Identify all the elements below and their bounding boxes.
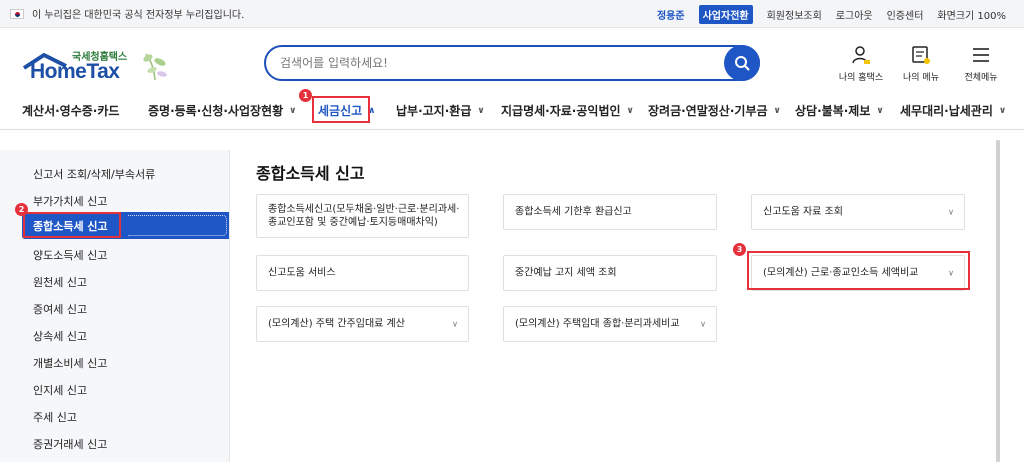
card-mock-deemed-rent[interactable]: (모의계산) 주택 간주임대료 계산 ∨ (256, 306, 469, 342)
sidebar-item-gift-tax[interactable]: 증여세 신고 (33, 301, 87, 317)
sidebar-item-vat[interactable]: 부가가치세 신고 (33, 193, 107, 209)
card-label: 종합소득세신고(모두채움·일반·근로·분리과세·종교인포함 및 중간예납·토지등… (268, 204, 460, 228)
utility-links: 정용준 사업자전환 회원정보조회 로그아웃 인증센터 화면크기 100% (657, 0, 1006, 28)
header-shortcuts: 나의 홈택스 나의 메뉴 전체메뉴 (838, 44, 1004, 83)
search-box (264, 45, 760, 81)
card-help-data[interactable]: 신고도움 자료 조회 ∨ (751, 194, 965, 230)
hamburger-icon (973, 48, 989, 62)
all-menu-button[interactable]: 전체메뉴 (958, 44, 1004, 83)
site-header: 국세청홈택스 HomeTax 나의 홈택스 (0, 28, 1024, 92)
page-scrollbar[interactable] (996, 140, 1000, 462)
gnb-label: 장려금·연말정산·기부금 (648, 104, 768, 118)
card-label: 신고도움 서비스 (268, 267, 336, 279)
chevron-down-icon: ∨ (452, 319, 458, 329)
gnb-label: 세무대리·납세관리 (900, 104, 993, 118)
gnb-item-statements[interactable]: 지급명세·자료·공익법인 ∨ (501, 102, 634, 119)
member-info-link[interactable]: 회원정보조회 (767, 7, 822, 22)
card-mock-rental-compare[interactable]: (모의계산) 주택임대 종합·분리과세비교 ∨ (503, 306, 717, 342)
highlight-box-step3 (747, 251, 970, 290)
sidebar-item-report-inquiry[interactable]: 신고서 조회/삭제/부속서류 (33, 166, 155, 182)
step-badge-3: 3 (733, 243, 746, 256)
card-label: (모의계산) 주택 간주임대료 계산 (268, 318, 405, 330)
search-icon (735, 56, 750, 71)
korea-flag-icon (10, 8, 24, 19)
gnb-item-tax-agent[interactable]: 세무대리·납세관리 ∨ (900, 102, 1006, 119)
highlight-box-step2 (23, 212, 121, 238)
gnb-item-invoice[interactable]: 계산서·영수증·카드 (22, 102, 119, 119)
sidebar-item-excise-tax[interactable]: 개별소비세 신고 (33, 355, 107, 371)
sidebar-item-stamp-tax[interactable]: 인지세 신고 (33, 382, 87, 398)
card-label: 신고도움 자료 조회 (763, 206, 843, 218)
gnb-label: 지급명세·자료·공익법인 (501, 104, 621, 118)
cert-center-link[interactable]: 인증센터 (887, 7, 924, 22)
card-label: (모의계산) 주택임대 종합·분리과세비교 (515, 318, 680, 330)
left-sidebar: 신고서 조회/삭제/부속서류 부가가치세 신고 종합소득세 신고 양도소득세 신… (0, 150, 230, 462)
logout-link[interactable]: 로그아웃 (836, 7, 873, 22)
card-label: 중간예납 고지 세액 조회 (515, 267, 617, 279)
my-hometax-button[interactable]: 나의 홈택스 (838, 44, 884, 83)
chevron-down-icon: ∨ (876, 105, 884, 116)
all-menu-label: 전체메뉴 (964, 73, 998, 83)
sidebar-item-withholding-tax[interactable]: 원천세 신고 (33, 274, 87, 290)
gnb-item-payment[interactable]: 납부·고지·환급 ∨ (396, 102, 485, 119)
scrollbar-thumb[interactable] (996, 140, 1000, 462)
global-nav: 계산서·영수증·카드 증명·등록·신청·사업장현황 ∨ 세금신고 ∧ 납부·고지… (0, 92, 1024, 130)
gnb-item-incentives[interactable]: 장려금·연말정산·기부금 ∨ (648, 102, 781, 119)
search-button[interactable] (724, 45, 760, 81)
gnb-label: 증명·등록·신청·사업장현황 (148, 104, 284, 118)
step-badge-1: 1 (299, 89, 312, 102)
sidebar-item-securities-tax[interactable]: 증권거래세 신고 (33, 436, 107, 452)
gov-utility-bar: 이 누리집은 대한민국 공식 전자정부 누리집입니다. 정용준 사업자전환 회원… (0, 0, 1024, 28)
focus-outline (128, 215, 227, 236)
chevron-down-icon: ∨ (477, 105, 485, 116)
card-label: 종합소득세 기한후 환급신고 (515, 206, 632, 218)
my-menu-label: 나의 메뉴 (903, 73, 939, 83)
gov-notice: 이 누리집은 대한민국 공식 전자정부 누리집입니다. (10, 6, 244, 21)
sidebar-item-liquor-tax[interactable]: 주세 신고 (33, 409, 77, 425)
sidebar-item-inheritance-tax[interactable]: 상속세 신고 (33, 328, 87, 344)
gnb-item-certificates[interactable]: 증명·등록·신청·사업장현황 ∨ (148, 102, 296, 119)
logo-title: HomeTax (30, 60, 120, 83)
search-input[interactable] (280, 53, 720, 73)
step-badge-2: 2 (15, 203, 28, 216)
main-content: 종합소득세 신고 종합소득세신고(모두채움·일반·근로·분리과세·종교인포함 및… (230, 150, 990, 462)
sidebar-item-transfer-tax[interactable]: 양도소득세 신고 (33, 247, 107, 263)
hometax-logo[interactable]: 국세청홈택스 HomeTax (22, 46, 172, 86)
gnb-label: 납부·고지·환급 (396, 104, 472, 118)
gnb-item-consult[interactable]: 상담·불복·제보 ∨ (795, 102, 884, 119)
leaf-decoration-icon (143, 53, 167, 81)
gnb-label: 상담·불복·제보 (795, 104, 871, 118)
user-name[interactable]: 정용준 (657, 7, 685, 22)
business-switch-button[interactable]: 사업자전환 (698, 4, 753, 24)
screen-size-control[interactable]: 화면크기 100% (937, 7, 1006, 22)
my-menu-icon (912, 46, 930, 64)
chevron-down-icon: ∨ (948, 207, 954, 217)
card-interim-tax[interactable]: 중간예납 고지 세액 조회 (503, 255, 717, 291)
page-title: 종합소득세 신고 (256, 164, 365, 183)
card-late-refund[interactable]: 종합소득세 기한후 환급신고 (503, 194, 717, 230)
my-hometax-label: 나의 홈택스 (838, 73, 884, 83)
chevron-down-icon: ∨ (626, 105, 634, 116)
chevron-down-icon: ∨ (700, 319, 706, 329)
chevron-down-icon: ∨ (289, 105, 297, 116)
highlight-box-step1 (312, 96, 370, 123)
gnb-label: 계산서·영수증·카드 (22, 104, 120, 118)
gov-notice-text: 이 누리집은 대한민국 공식 전자정부 누리집입니다. (32, 10, 245, 21)
card-help-service[interactable]: 신고도움 서비스 (256, 255, 469, 291)
my-hometax-icon (852, 46, 870, 64)
chevron-down-icon: ∨ (998, 105, 1007, 116)
my-menu-button[interactable]: 나의 메뉴 (898, 44, 944, 83)
chevron-down-icon: ∨ (773, 105, 781, 116)
card-income-tax-filing[interactable]: 종합소득세신고(모두채움·일반·근로·분리과세·종교인포함 및 중간예납·토지등… (256, 194, 469, 238)
